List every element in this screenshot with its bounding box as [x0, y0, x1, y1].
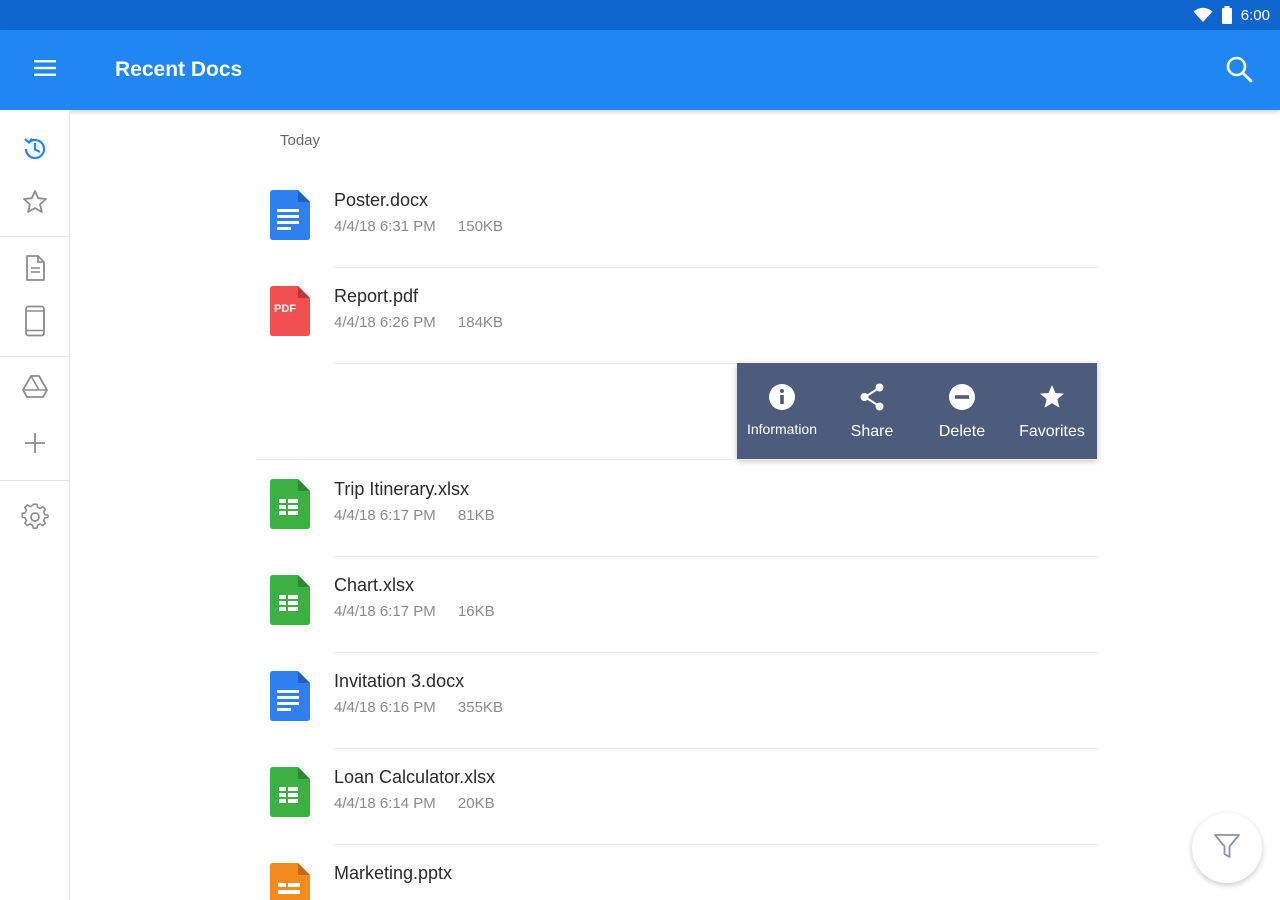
file-context-menu: Information Share Delete Favorites — [737, 363, 1097, 459]
file-meta: 4/4/18 6:17 PM 16KB — [334, 603, 495, 620]
file-datetime: 4/4/18 6:26 PM — [334, 314, 436, 331]
rail-divider — [0, 236, 69, 237]
file-size: 16KB — [457, 603, 495, 620]
docx-file-icon — [270, 671, 310, 721]
menu-button[interactable] — [22, 54, 68, 86]
favorites-label: Favorites — [1019, 423, 1085, 440]
rail-item-settings[interactable] — [12, 498, 58, 540]
file-datetime: 4/4/18 6:17 PM — [334, 603, 436, 620]
file-size: 81KB — [457, 507, 495, 524]
search-icon — [1225, 55, 1253, 88]
rail-divider — [0, 356, 69, 357]
gear-icon — [21, 502, 49, 536]
file-meta: 4/4/18 6:17 PM 81KB — [334, 507, 495, 524]
status-time: 6:00 — [1240, 6, 1270, 24]
share-button[interactable]: Share — [827, 363, 917, 459]
file-name: Loan Calculator.xlsx — [334, 767, 496, 787]
file-size: 355KB — [457, 699, 503, 716]
xlsx-file-icon — [270, 479, 310, 529]
docx-file-icon — [270, 190, 310, 240]
file-datetime: 4/4/18 6:16 PM — [334, 699, 436, 716]
plus-icon — [23, 431, 47, 460]
file-name: Chart.xlsx — [334, 575, 415, 595]
menu-icon — [34, 59, 56, 82]
file-name: Poster.docx — [334, 190, 429, 210]
star-outline-icon — [21, 188, 49, 221]
rail-item-drive[interactable] — [12, 368, 58, 410]
rail-item-recent[interactable] — [12, 130, 58, 172]
share-label: Share — [850, 423, 894, 440]
pdf-badge-label: PDF — [274, 303, 296, 315]
remove-icon — [948, 383, 976, 411]
nav-rail — [0, 110, 70, 900]
rail-item-documents[interactable] — [12, 249, 58, 291]
file-size: 20KB — [457, 795, 495, 812]
file-name: Trip Itinerary.xlsx — [334, 479, 470, 499]
filter-icon — [1212, 831, 1242, 866]
file-name: Report.pdf — [334, 286, 419, 306]
delete-label: Delete — [938, 423, 986, 440]
file-size: 184KB — [457, 314, 503, 331]
file-datetime: 4/4/18 6:31 PM — [334, 218, 436, 235]
file-datetime: 4/4/18 6:17 PM — [334, 507, 436, 524]
section-header-today: Today — [280, 132, 321, 149]
status-bar: 6:00 — [0, 0, 1280, 30]
search-button[interactable] — [1222, 54, 1256, 88]
favorites-button[interactable]: Favorites — [1007, 363, 1097, 459]
xlsx-file-icon — [270, 767, 310, 817]
information-label: Information — [746, 421, 818, 437]
rail-item-favorites[interactable] — [12, 183, 58, 225]
wifi-icon — [1193, 7, 1213, 23]
file-row[interactable]: PDF Report.pdf 4/4/18 6:26 PM 184KB — [256, 268, 1098, 364]
app-bar: Recent Docs — [0, 30, 1280, 110]
xlsx-file-icon — [270, 575, 310, 625]
file-meta: 4/4/18 6:31 PM 150KB — [334, 218, 503, 235]
file-meta: 4/4/18 6:16 PM 355KB — [334, 699, 503, 716]
phone-icon — [24, 305, 46, 342]
pptx-file-icon — [270, 863, 310, 900]
recent-clock-icon — [21, 135, 49, 168]
share-icon — [857, 383, 887, 411]
file-row[interactable]: Poster.docx 4/4/18 6:31 PM 150KB — [256, 172, 1098, 268]
file-row[interactable]: Chart.xlsx 4/4/18 6:17 PM 16KB — [256, 557, 1098, 653]
pdf-file-icon: PDF — [270, 286, 310, 336]
file-datetime: 4/4/18 6:14 PM — [334, 795, 436, 812]
file-meta: 4/4/18 6:26 PM 184KB — [334, 314, 503, 331]
file-size: 150KB — [457, 218, 503, 235]
rail-item-device[interactable] — [12, 302, 58, 344]
star-icon — [1038, 383, 1066, 411]
file-name: Marketing.pptx — [334, 863, 453, 883]
drive-icon — [21, 374, 49, 405]
file-name: Invitation 3.docx — [334, 671, 465, 691]
filter-button[interactable] — [1192, 813, 1262, 883]
file-row[interactable]: Loan Calculator.xlsx 4/4/18 6:14 PM 20KB — [256, 749, 1098, 845]
information-button[interactable]: Information — [737, 363, 827, 459]
document-icon — [22, 254, 48, 287]
file-row[interactable]: Marketing.pptx — [256, 845, 1098, 900]
file-row[interactable]: Trip Itinerary.xlsx 4/4/18 6:17 PM 81KB — [256, 461, 1098, 557]
delete-button[interactable]: Delete — [917, 363, 1007, 459]
rail-item-add[interactable] — [12, 424, 58, 466]
file-row[interactable]: Invitation 3.docx 4/4/18 6:16 PM 355KB — [256, 653, 1098, 749]
page-title: Recent Docs — [115, 58, 243, 81]
battery-icon — [1221, 6, 1233, 24]
file-meta: 4/4/18 6:14 PM 20KB — [334, 795, 495, 812]
info-icon — [768, 383, 796, 411]
rail-divider — [0, 480, 69, 481]
row-divider — [256, 459, 1098, 460]
